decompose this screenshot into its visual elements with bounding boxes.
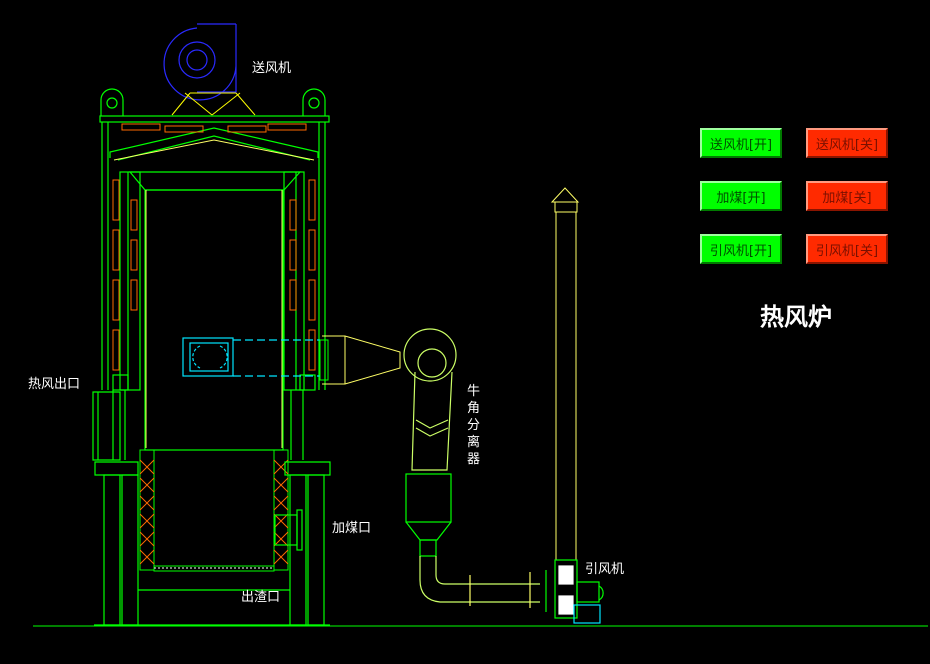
slag-outlet-label: 出渣口 (241, 590, 281, 605)
page-title: 热风炉 (760, 303, 832, 331)
hot-air-furnace-diagram (33, 23, 928, 627)
chimney (550, 187, 580, 560)
blower-on-label: 送风机[开] (709, 137, 773, 153)
blower-off-label: 送风机[关] (815, 137, 879, 153)
blower-off-button[interactable]: 送风机[关] (806, 128, 888, 158)
hot-air-outlet-duct (92, 391, 121, 461)
coal-feed-on-label: 加煤[开] (716, 190, 766, 206)
horn-separator (403, 328, 540, 608)
induced-fan-on-label: 引风机[开] (709, 243, 773, 259)
grate (139, 449, 289, 572)
induced-fan-off-label: 引风机[关] (815, 243, 879, 259)
coal-feed-off-button[interactable]: 加煤[关] (806, 181, 888, 211)
separator-label: 牛角分离器 (467, 384, 481, 467)
duct-to-separator (319, 335, 401, 385)
burner-duct (182, 337, 320, 377)
blower-on-button[interactable]: 送风机[开] (700, 128, 782, 158)
hot-air-outlet-label: 热风出口 (28, 377, 81, 392)
induced-fan-off-button[interactable]: 引风机[关] (806, 234, 888, 264)
furnace-legs (94, 461, 331, 626)
induced-fan-label: 引风机 (585, 562, 625, 577)
coal-inlet-label: 加煤口 (332, 521, 372, 536)
coal-feed-off-label: 加煤[关] (822, 190, 872, 206)
coal-feed-on-button[interactable]: 加煤[开] (700, 181, 782, 211)
furnace-body (99, 88, 330, 460)
refractory-lining (112, 123, 316, 371)
blower-fan-icon (163, 23, 237, 101)
blower-label: 送风机 (252, 61, 292, 76)
induced-fan-on-button[interactable]: 引风机[开] (700, 234, 782, 264)
